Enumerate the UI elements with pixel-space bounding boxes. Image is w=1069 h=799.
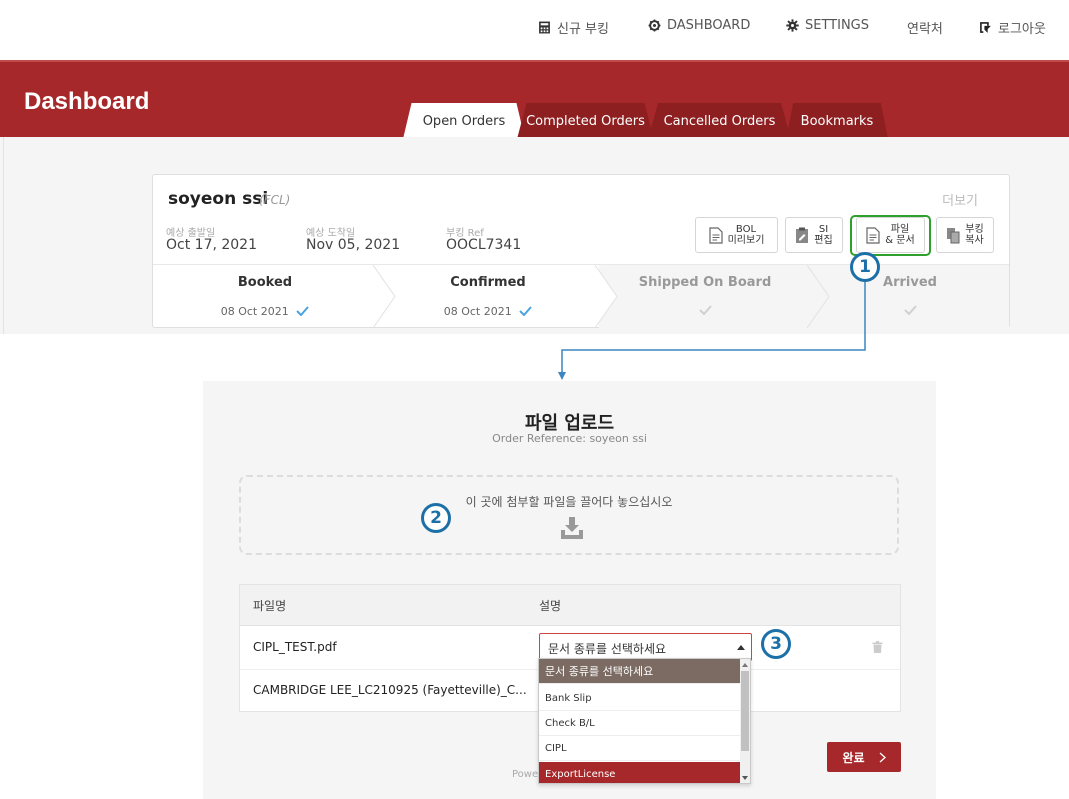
callout-2: 2 bbox=[421, 503, 451, 533]
scroll-up-arrow-icon[interactable] bbox=[742, 663, 748, 667]
doc-type-select-value: 문서 종류를 선택하세요 bbox=[548, 642, 667, 656]
file-table-header: 파일명 설명 bbox=[240, 585, 900, 626]
caret-up-icon bbox=[737, 645, 745, 650]
scroll-down-arrow-icon[interactable] bbox=[742, 776, 748, 780]
dropdown-scrollbar[interactable] bbox=[740, 659, 750, 783]
dropdown-option[interactable]: CIPL bbox=[539, 736, 741, 761]
download-tray-icon bbox=[561, 517, 583, 539]
row-filename: CIPL_TEST.pdf bbox=[253, 640, 337, 654]
col-filename: 파일명 bbox=[253, 599, 287, 613]
dropdown-option[interactable]: ExportLicense bbox=[539, 762, 741, 783]
scrollbar-thumb[interactable] bbox=[741, 671, 749, 751]
col-description: 설명 bbox=[539, 599, 562, 613]
row-filename: CAMBRIDGE LEE_LC210925 (Fayetteville)_C.… bbox=[253, 683, 527, 697]
callout-3: 3 bbox=[761, 629, 791, 659]
dropdown-option[interactable]: Check B/L bbox=[539, 711, 741, 736]
submit-button[interactable]: 완료 bbox=[827, 742, 901, 772]
file-dropzone[interactable]: 이 곳에 첨부할 파일을 끌어다 놓으십시오 bbox=[239, 475, 899, 555]
submit-label: 완료 bbox=[842, 750, 865, 765]
upload-subtitle: Order Reference: soyeon ssi bbox=[492, 432, 647, 445]
chevron-right-icon bbox=[879, 752, 886, 762]
callout-1: 1 bbox=[850, 252, 880, 282]
dropdown-option[interactable]: 문서 종류를 선택하세요 bbox=[539, 659, 741, 684]
doc-type-dropdown: 문서 종류를 선택하세요 Bank Slip Check B/L CIPL Ex… bbox=[538, 658, 751, 784]
dropdown-option[interactable]: Bank Slip bbox=[539, 686, 741, 711]
trash-icon[interactable] bbox=[872, 641, 883, 653]
dropzone-text: 이 곳에 첨부할 파일을 끌어다 놓으십시오 bbox=[465, 495, 673, 509]
doc-type-select[interactable]: 문서 종류를 선택하세요 bbox=[539, 633, 752, 661]
